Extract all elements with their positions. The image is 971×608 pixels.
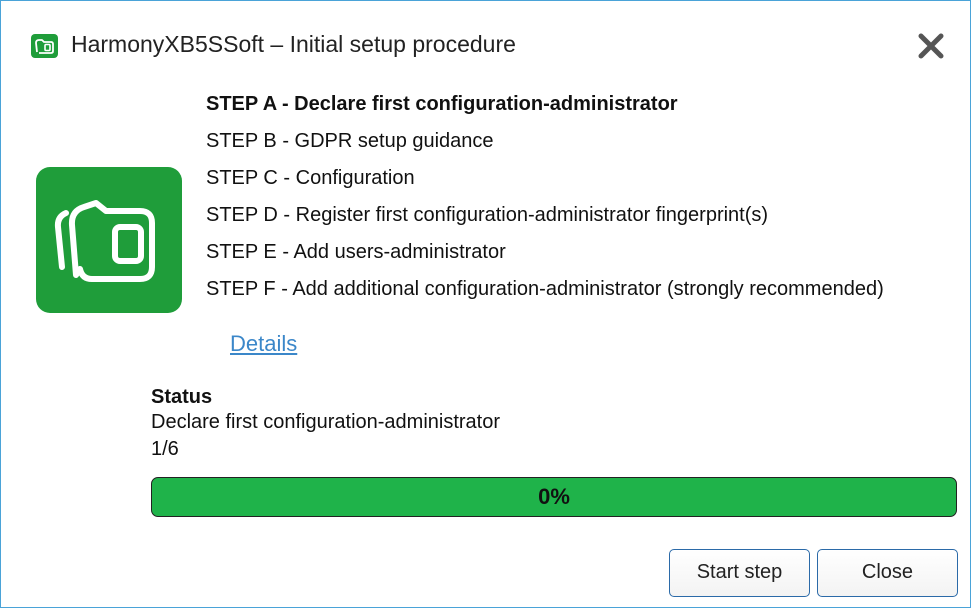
status-step-count: 1/6: [151, 438, 179, 460]
setup-dialog: HarmonyXB5SSoft – Initial setup procedur…: [0, 0, 971, 608]
details-link[interactable]: Details: [230, 331, 297, 357]
steps-list: STEP A - Declare first configuration-adm…: [206, 91, 884, 313]
progress-bar: 0%: [151, 477, 957, 517]
step-item: STEP E - Add users-administrator: [206, 241, 506, 263]
step-item: STEP F - Add additional configuration-ad…: [206, 278, 884, 300]
step-item: STEP A - Declare first configuration-adm…: [206, 93, 678, 115]
status-text: Declare first configuration-administrato…: [151, 411, 501, 433]
step-item: STEP C - Configuration: [206, 167, 415, 189]
close-button[interactable]: Close: [817, 549, 958, 597]
harmony-card-icon: [31, 34, 58, 58]
start-step-button[interactable]: Start step: [669, 549, 810, 597]
harmony-logo-icon: [36, 167, 182, 313]
window-title: HarmonyXB5SSoft – Initial setup procedur…: [71, 31, 516, 57]
close-icon[interactable]: [914, 29, 948, 63]
title-bar: HarmonyXB5SSoft – Initial setup procedur…: [1, 1, 970, 81]
step-item: STEP B - GDPR setup guidance: [206, 130, 494, 152]
step-item: STEP D - Register first configuration-ad…: [206, 204, 769, 226]
progress-label: 0%: [538, 484, 570, 509]
status-heading: Status: [151, 386, 213, 408]
